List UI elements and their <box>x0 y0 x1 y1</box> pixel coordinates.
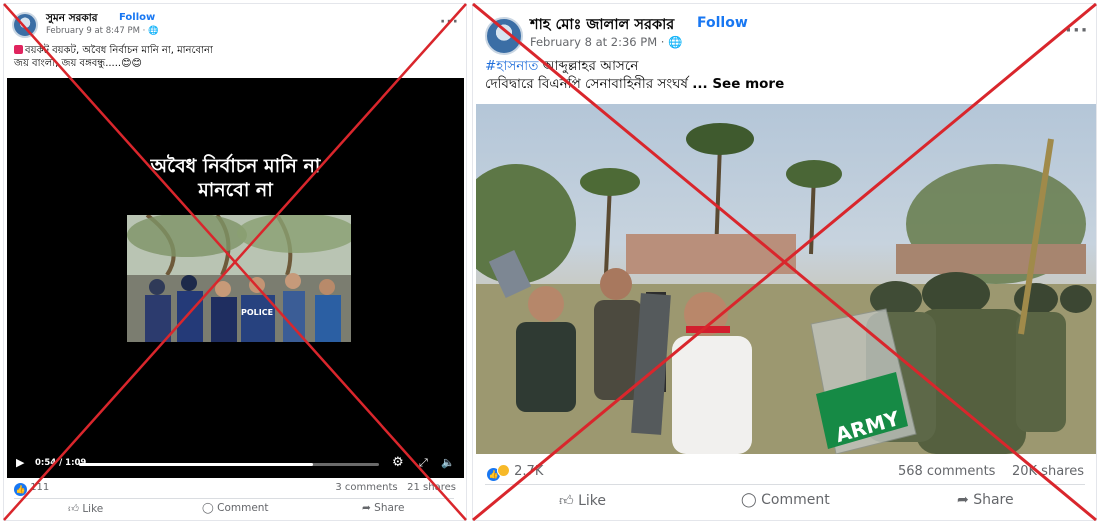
thumbs-up-icon: 👍︎ <box>559 493 574 509</box>
hashtag-link[interactable]: #হাসনাত <box>485 58 538 74</box>
reactions-count: 111 <box>30 482 50 493</box>
post-caption: #হাসনাত আব্দুল্লাহর আসনে দেবিদ্বারে বিএন… <box>485 58 1085 93</box>
caption-line-1: বয়কট বয়কট, অবৈধ নির্বাচন মানি না, মানব… <box>25 45 213 56</box>
more-options-icon[interactable]: ··· <box>1065 20 1089 41</box>
video-progress-bar[interactable] <box>79 463 379 466</box>
divider <box>14 498 454 499</box>
more-options-icon[interactable]: ··· <box>440 14 459 30</box>
settings-gear-icon[interactable]: ⚙ <box>392 455 404 470</box>
engagement-stats: 568 comments 20K shares <box>898 464 1084 479</box>
mute-icon[interactable]: 🔈 <box>441 456 455 469</box>
like-label: Like <box>82 503 104 515</box>
reactions-summary[interactable]: 👍 111 <box>14 482 49 496</box>
video-player[interactable]: অবৈধ নির্বাচন মানি না মানবো না POLICE ▶ … <box>7 78 464 478</box>
like-label: Like <box>578 493 607 509</box>
video-frame-image: POLICE <box>127 215 351 342</box>
see-more-link[interactable]: ... See more <box>692 76 784 92</box>
share-label: Share <box>973 492 1014 508</box>
haha-reaction-icon <box>497 464 510 477</box>
caption-line-1: আব্দুল্লাহর আসনে <box>538 58 639 74</box>
video-progress-fill <box>79 463 313 466</box>
shares-count[interactable]: 21 shares <box>407 482 456 493</box>
avatar[interactable] <box>485 17 523 55</box>
share-arrow-icon: ➦ <box>957 492 969 508</box>
share-button[interactable]: ➦ Share <box>957 492 1014 508</box>
post-caption: বয়কট বয়কট, অবৈধ নির্বাচন মানি না, মানব… <box>14 44 454 70</box>
comment-button[interactable]: ◯ Comment <box>202 502 269 514</box>
post-photo[interactable]: ARMY <box>476 104 1096 454</box>
comment-bubble-icon: ◯ <box>741 492 757 508</box>
reactions-summary[interactable]: 👍 2.7K <box>487 464 543 481</box>
follow-button[interactable]: Follow <box>119 12 155 23</box>
comment-button[interactable]: ◯ Comment <box>741 492 830 508</box>
share-arrow-icon: ➦ <box>362 502 371 514</box>
comment-label: Comment <box>761 492 830 508</box>
comment-label: Comment <box>217 502 269 514</box>
video-overlay-text-2: মানবো না <box>198 179 273 201</box>
right-facebook-post: শাহ মোঃ জালাল সরকার Follow February 8 at… <box>472 3 1097 521</box>
caption-line-2: দেবিদ্বারে বিএনপি সেনাবাহিনীর সংঘর্ষ <box>485 75 688 92</box>
share-label: Share <box>374 502 405 514</box>
video-frame-scene: POLICE <box>127 215 351 342</box>
engagement-stats: 3 comments 21 shares <box>335 482 456 493</box>
like-button[interactable]: 👍︎ Like <box>68 502 103 515</box>
comments-count[interactable]: 568 comments <box>898 464 995 479</box>
comment-bubble-icon: ◯ <box>202 502 214 514</box>
red-square-icon <box>14 45 23 54</box>
caption-line-2: জয় বাংলা, জয় বঙ্গবন্ধু.....😊😊 <box>14 58 142 69</box>
comments-count[interactable]: 3 comments <box>335 482 397 493</box>
thumbs-up-icon: 👍︎ <box>68 503 79 515</box>
reactions-count: 2.7K <box>514 464 544 479</box>
post-timestamp[interactable]: February 8 at 2:36 PM · 🌐 <box>530 35 682 49</box>
fullscreen-icon[interactable]: ⤢ <box>419 456 428 470</box>
divider <box>485 484 1085 485</box>
shares-count[interactable]: 20K shares <box>1012 464 1084 479</box>
photo-scene: ARMY <box>476 123 1096 454</box>
play-icon[interactable]: ▶ <box>16 456 24 469</box>
avatar[interactable] <box>12 12 38 38</box>
follow-button[interactable]: Follow <box>697 15 748 31</box>
police-vest-text: POLICE <box>241 308 273 317</box>
post-timestamp[interactable]: February 9 at 8:47 PM · 🌐 <box>46 26 159 36</box>
video-controls: ▶ 0:54 / 1:09 ⚙ ⤢ 🔈 <box>7 453 464 475</box>
like-reaction-icon: 👍 <box>14 483 27 496</box>
like-button[interactable]: 👍︎ Like <box>559 492 606 509</box>
share-button[interactable]: ➦ Share <box>362 502 404 514</box>
left-facebook-post: সুমন সরকার Follow February 9 at 8:47 PM … <box>3 3 467 521</box>
